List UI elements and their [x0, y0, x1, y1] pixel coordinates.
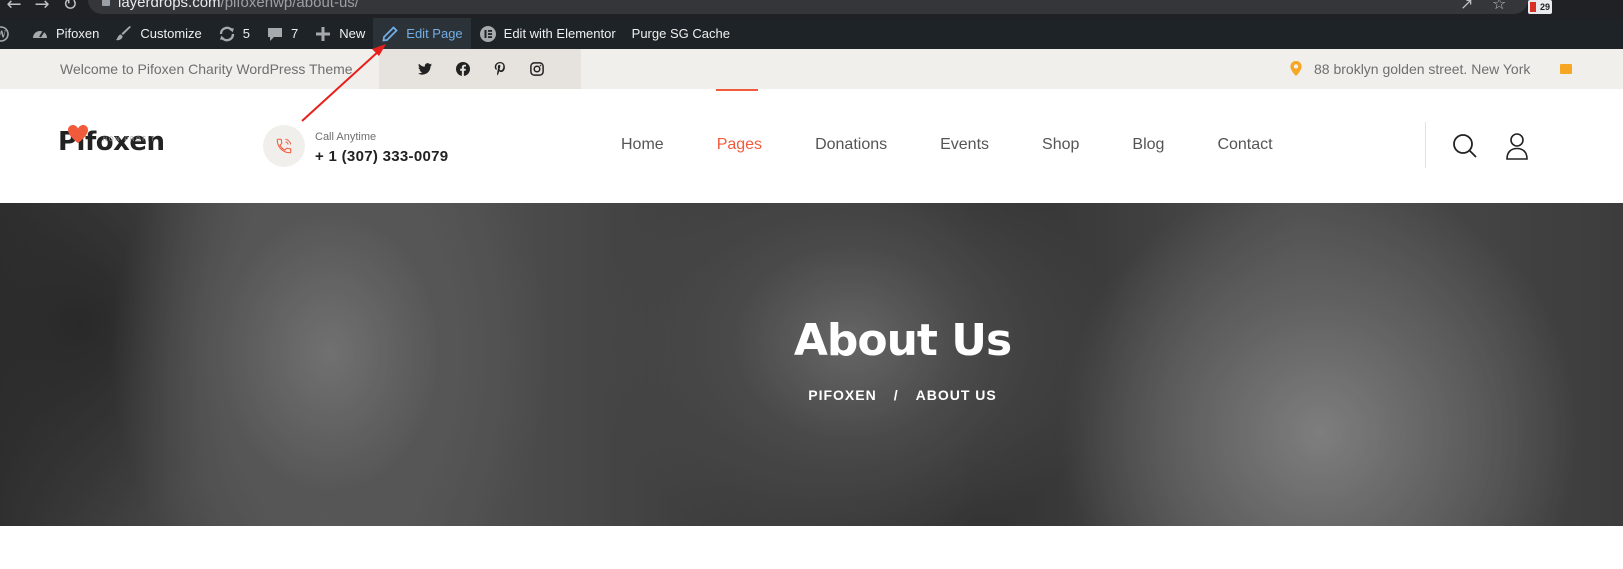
nav-donations[interactable]: Donations: [815, 136, 887, 154]
wp-admin-bar: W Pifoxen Customize 5 7 New Edit Page Ed…: [0, 18, 1623, 49]
nav-shop[interactable]: Shop: [1042, 136, 1079, 154]
social-links: [379, 49, 581, 89]
purge-cache-link[interactable]: Purge SG Cache: [624, 18, 738, 49]
wordpress-logo-button[interactable]: W: [0, 18, 23, 49]
wordpress-icon: W: [0, 25, 10, 43]
top-info-bar: Welcome to Pifoxen Charity WordPress The…: [0, 49, 1623, 89]
search-button[interactable]: [1452, 133, 1478, 159]
facebook-icon[interactable]: [454, 60, 472, 78]
call-label: Call Anytime: [315, 131, 377, 143]
welcome-text: Welcome to Pifoxen Charity WordPress The…: [60, 61, 353, 77]
header-divider: [1425, 122, 1426, 168]
updates-link[interactable]: 5: [210, 18, 258, 49]
back-icon[interactable]: ←: [0, 0, 28, 15]
page-hero-banner: About Us PIFOXEN / ABOUT US: [0, 203, 1623, 526]
breadcrumb-separator: /: [893, 387, 899, 403]
nav-blog[interactable]: Blog: [1132, 136, 1164, 154]
edit-elementor-link[interactable]: Edit with Elementor: [471, 18, 624, 49]
nav-contact[interactable]: Contact: [1217, 136, 1272, 154]
lock-icon[interactable]: [102, 0, 110, 6]
address-info: 88 broklyn golden street. New York: [1290, 61, 1530, 77]
account-button[interactable]: [1505, 132, 1529, 160]
nav-active-indicator: [716, 89, 758, 91]
edit-page-link[interactable]: Edit Page: [373, 18, 471, 49]
url-text[interactable]: layerdrops.com/pifoxenwp/about-us/: [118, 0, 359, 11]
browser-toolbar: ← → ↻ layerdrops.com/pifoxenwp/about-us/ ↗…: [0, 0, 1623, 18]
comment-icon: [266, 25, 284, 43]
nav-events[interactable]: Events: [940, 136, 989, 154]
site-logo[interactable]: Pifoxen NON PROFIT: [58, 125, 165, 157]
mail-icon: [1560, 64, 1572, 74]
page-title: About Us: [793, 315, 1012, 366]
dashboard-icon: [31, 25, 49, 43]
elementor-icon: [479, 25, 497, 43]
breadcrumb-home[interactable]: PIFOXEN: [808, 387, 876, 403]
pencil-icon: [381, 25, 399, 43]
updates-icon: [218, 25, 236, 43]
plus-icon: [314, 25, 332, 43]
svg-text:W: W: [0, 30, 7, 40]
forward-icon[interactable]: →: [28, 0, 56, 15]
site-name-menu[interactable]: Pifoxen: [23, 18, 107, 49]
site-header: Pifoxen NON PROFIT Call Anytime + 1 (307…: [0, 89, 1623, 203]
call-number[interactable]: + 1 (307) 333-0079: [315, 148, 448, 165]
twitter-icon[interactable]: [416, 60, 434, 78]
comments-link[interactable]: 7: [258, 18, 306, 49]
pinterest-icon[interactable]: [491, 60, 509, 78]
customize-link[interactable]: Customize: [107, 18, 209, 49]
phone-icon: [276, 138, 292, 154]
share-icon[interactable]: ↗: [1460, 0, 1473, 13]
breadcrumb-current: ABOUT US: [915, 387, 997, 403]
heart-icon: [68, 125, 88, 143]
brush-icon: [115, 25, 133, 43]
phone-icon-circle[interactable]: [263, 125, 305, 167]
nav-home[interactable]: Home: [621, 136, 664, 154]
instagram-icon[interactable]: [528, 60, 546, 78]
nav-pages[interactable]: Pages: [717, 136, 762, 154]
breadcrumb: PIFOXEN / ABOUT US: [0, 387, 1623, 403]
extension-badge[interactable]: 29: [1528, 0, 1552, 14]
star-icon[interactable]: ☆: [1492, 0, 1506, 13]
user-icon: [1506, 133, 1528, 160]
location-pin-icon: [1290, 61, 1302, 76]
search-icon: [1453, 134, 1477, 158]
logo-tagline: NON PROFIT: [103, 137, 156, 143]
reload-icon[interactable]: ↻: [56, 0, 84, 15]
browser-nav: ← → ↻: [0, 0, 84, 15]
new-content-menu[interactable]: New: [306, 18, 373, 49]
main-navigation: Home Pages Donations Events Shop Blog Co…: [621, 136, 1326, 154]
